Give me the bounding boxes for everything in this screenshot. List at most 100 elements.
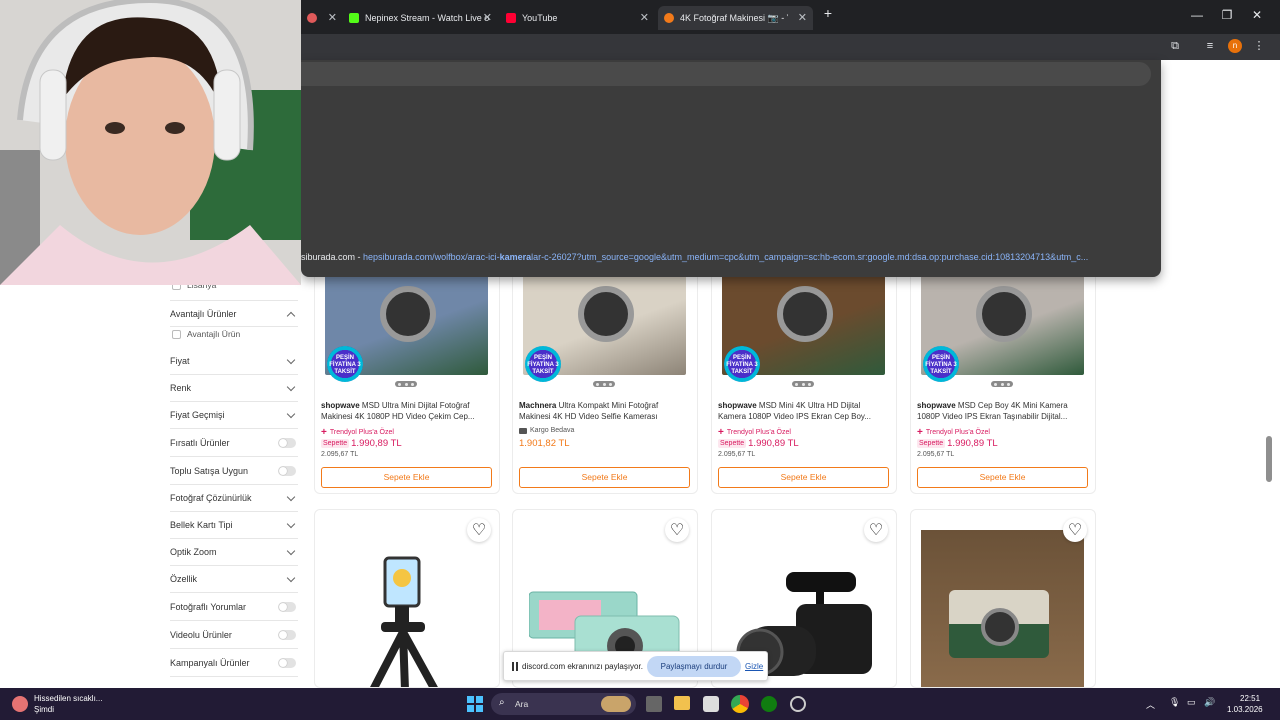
weather-title[interactable]: Hissedilen sıcaklı...: [34, 694, 102, 703]
profile-avatar[interactable]: n: [1228, 39, 1242, 53]
filter-item[interactable]: Renk: [170, 375, 298, 402]
page-scrollbar[interactable]: [1266, 436, 1272, 482]
filter-item[interactable]: Özellik: [170, 566, 298, 593]
filter-item[interactable]: Fotoğraf Çözünürlük: [170, 485, 298, 512]
microphone-icon[interactable]: 🎙: [1169, 697, 1180, 708]
favorite-heart-icon[interactable]: ♡: [864, 518, 888, 542]
maximize-button[interactable]: ❐: [1217, 8, 1237, 22]
promo-label: Kargo Bedava: [519, 427, 574, 434]
streamer-webcam-image: [0, 0, 301, 285]
product-title[interactable]: Machnera Ultra Kompakt Mini Fotoğraf Mak…: [519, 400, 691, 422]
basket-discount-tag: Sepette: [321, 439, 350, 448]
chrome-icon[interactable]: [731, 695, 749, 713]
file-explorer-icon[interactable]: [674, 696, 690, 710]
menu-icon[interactable]: ⋮: [1252, 39, 1266, 53]
image-carousel-dots[interactable]: [792, 381, 814, 387]
product-title[interactable]: shopwave MSD Cep Boy 4K Mini Kamera 1080…: [917, 400, 1089, 422]
promo-label: + Trendyol Plus'a Özel: [718, 427, 791, 438]
toggle-switch[interactable]: [278, 658, 296, 668]
promo-label: + Trendyol Plus'a Özel: [917, 427, 990, 438]
filter-item[interactable]: Toplu Satışa Uygun: [170, 458, 298, 485]
obs-icon[interactable]: [790, 696, 806, 712]
add-to-cart-button[interactable]: Sepete Ekle: [519, 467, 690, 488]
filter-item[interactable]: Videolu Ürünler: [170, 622, 298, 649]
product-card[interactable]: PEŞİN FİYATINA 3 TAKSİT shopwave MSD Cep …: [910, 263, 1096, 494]
price-line: Sepette 1.990,89 TL: [718, 438, 799, 449]
plus-icon: +: [917, 427, 923, 438]
chevron-down-icon: [286, 519, 296, 529]
tab-close-icon[interactable]: ✕: [798, 11, 807, 24]
add-to-cart-button[interactable]: Sepete Ekle: [321, 467, 492, 488]
product-price: 1.990,89 TL: [748, 438, 799, 449]
filter-item[interactable]: Fiyat: [170, 348, 298, 375]
tab-youtube[interactable]: YouTube ✕: [500, 6, 655, 30]
volume-icon[interactable]: 🔊: [1204, 697, 1215, 708]
add-to-cart-button[interactable]: Sepete Ekle: [917, 467, 1088, 488]
media-controls-icon[interactable]: ≡: [1203, 39, 1217, 53]
record-icon: [307, 13, 317, 23]
tab-close-icon[interactable]: ✕: [328, 11, 337, 24]
minimize-button[interactable]: —: [1187, 8, 1207, 22]
filter-item[interactable]: Fotoğraflı Yorumlar: [170, 594, 298, 621]
favorite-heart-icon[interactable]: ♡: [467, 518, 491, 542]
filter-item[interactable]: Optik Zoom: [170, 539, 298, 566]
filter-item[interactable]: Fırsatlı Ürünler: [170, 430, 298, 457]
search-highlight-icon: [601, 696, 631, 712]
url-suggestion[interactable]: siburada.com - hepsiburada.com/wolfbox/a…: [301, 252, 1161, 266]
product-price: 1.990,89 TL: [947, 438, 998, 449]
product-price: 1.901,82 TL: [519, 438, 570, 449]
filter-item[interactable]: Kampanyalı Ürünler: [170, 650, 298, 677]
image-carousel-dots[interactable]: [991, 381, 1013, 387]
original-price: 2.095,67 TL: [718, 451, 756, 458]
image-carousel-dots[interactable]: [593, 381, 615, 387]
store-icon[interactable]: [703, 696, 719, 712]
filter-item[interactable]: Fiyat Geçmişi: [170, 402, 298, 429]
filter-item[interactable]: Bellek Kartı Tipi: [170, 512, 298, 539]
suggestion-url: hepsiburada.com/wolfbox/arac-ici-kameral…: [363, 252, 1089, 262]
add-to-cart-button[interactable]: Sepete Ekle: [718, 467, 889, 488]
image-carousel-dots[interactable]: [395, 381, 417, 387]
favorite-heart-icon[interactable]: ♡: [1063, 518, 1087, 542]
xbox-icon[interactable]: [761, 696, 777, 712]
product-card-tripod[interactable]: ♡: [314, 509, 500, 688]
product-title[interactable]: shopwave MSD Mini 4K Ultra HD Dijital Ka…: [718, 400, 890, 422]
filter-advantage-header[interactable]: Avantajlı Ürünler: [170, 300, 298, 327]
checkbox[interactable]: [172, 329, 181, 339]
clock-date[interactable]: 1.03.2026: [1227, 705, 1263, 714]
product-card-retro-camera[interactable]: ♡: [910, 509, 1096, 688]
new-tab-button[interactable]: +: [818, 5, 838, 21]
taskbar-search-box[interactable]: ⌕ Ara: [491, 693, 636, 715]
tab-active-product[interactable]: 4K Fotoğraf Makinesi 📷 - Yük ✕: [658, 6, 813, 30]
price-line: Sepette 1.990,89 TL: [321, 438, 402, 449]
toggle-switch[interactable]: [278, 602, 296, 612]
toggle-switch[interactable]: [278, 438, 296, 448]
tripod-image: [370, 556, 438, 687]
site-icon: [664, 13, 674, 23]
tab-close-icon[interactable]: ✕: [640, 11, 649, 24]
tab-pinned[interactable]: ✕: [301, 6, 343, 30]
network-icon[interactable]: ▭: [1187, 697, 1196, 708]
hide-link[interactable]: Gizle: [745, 662, 763, 671]
toggle-switch[interactable]: [278, 630, 296, 640]
address-bar-input[interactable]: [301, 62, 1151, 86]
chevron-up-icon[interactable]: ︿: [1146, 698, 1155, 711]
webcam-overlay: [0, 0, 301, 285]
product-title[interactable]: shopwave MSD Ultra Mini Dijital Fotoğraf…: [321, 400, 493, 422]
stop-sharing-button[interactable]: Paylaşmayı durdur: [647, 656, 741, 677]
tab-label: YouTube: [522, 13, 558, 23]
task-view-icon[interactable]: [646, 696, 662, 712]
clock-time[interactable]: 22:51: [1240, 694, 1260, 703]
favorite-heart-icon[interactable]: ♡: [665, 518, 689, 542]
toggle-switch[interactable]: [278, 466, 296, 476]
filter-advantage-option[interactable]: Avantajlı Ürün: [172, 329, 240, 339]
weather-subtitle: Şimdi: [34, 705, 55, 714]
tab-close-icon[interactable]: ✕: [483, 11, 492, 24]
start-icon[interactable]: [467, 696, 483, 712]
window-close-button[interactable]: ✕: [1247, 8, 1267, 22]
tab-nepinex[interactable]: Nepinex Stream - Watch Live o ✕: [343, 6, 498, 30]
extensions-icon[interactable]: ⧉: [1168, 39, 1182, 53]
product-card[interactable]: PEŞİN FİYATINA 3 TAKSİT shopwave MSD Ultr…: [314, 263, 500, 494]
product-card[interactable]: PEŞİN FİYATINA 3 TAKSİT shopwave MSD Mini…: [711, 263, 897, 494]
weather-icon[interactable]: [12, 696, 28, 712]
product-card[interactable]: PEŞİN FİYATINA 3 TAKSİT Machnera Ultra Ko…: [512, 263, 698, 494]
